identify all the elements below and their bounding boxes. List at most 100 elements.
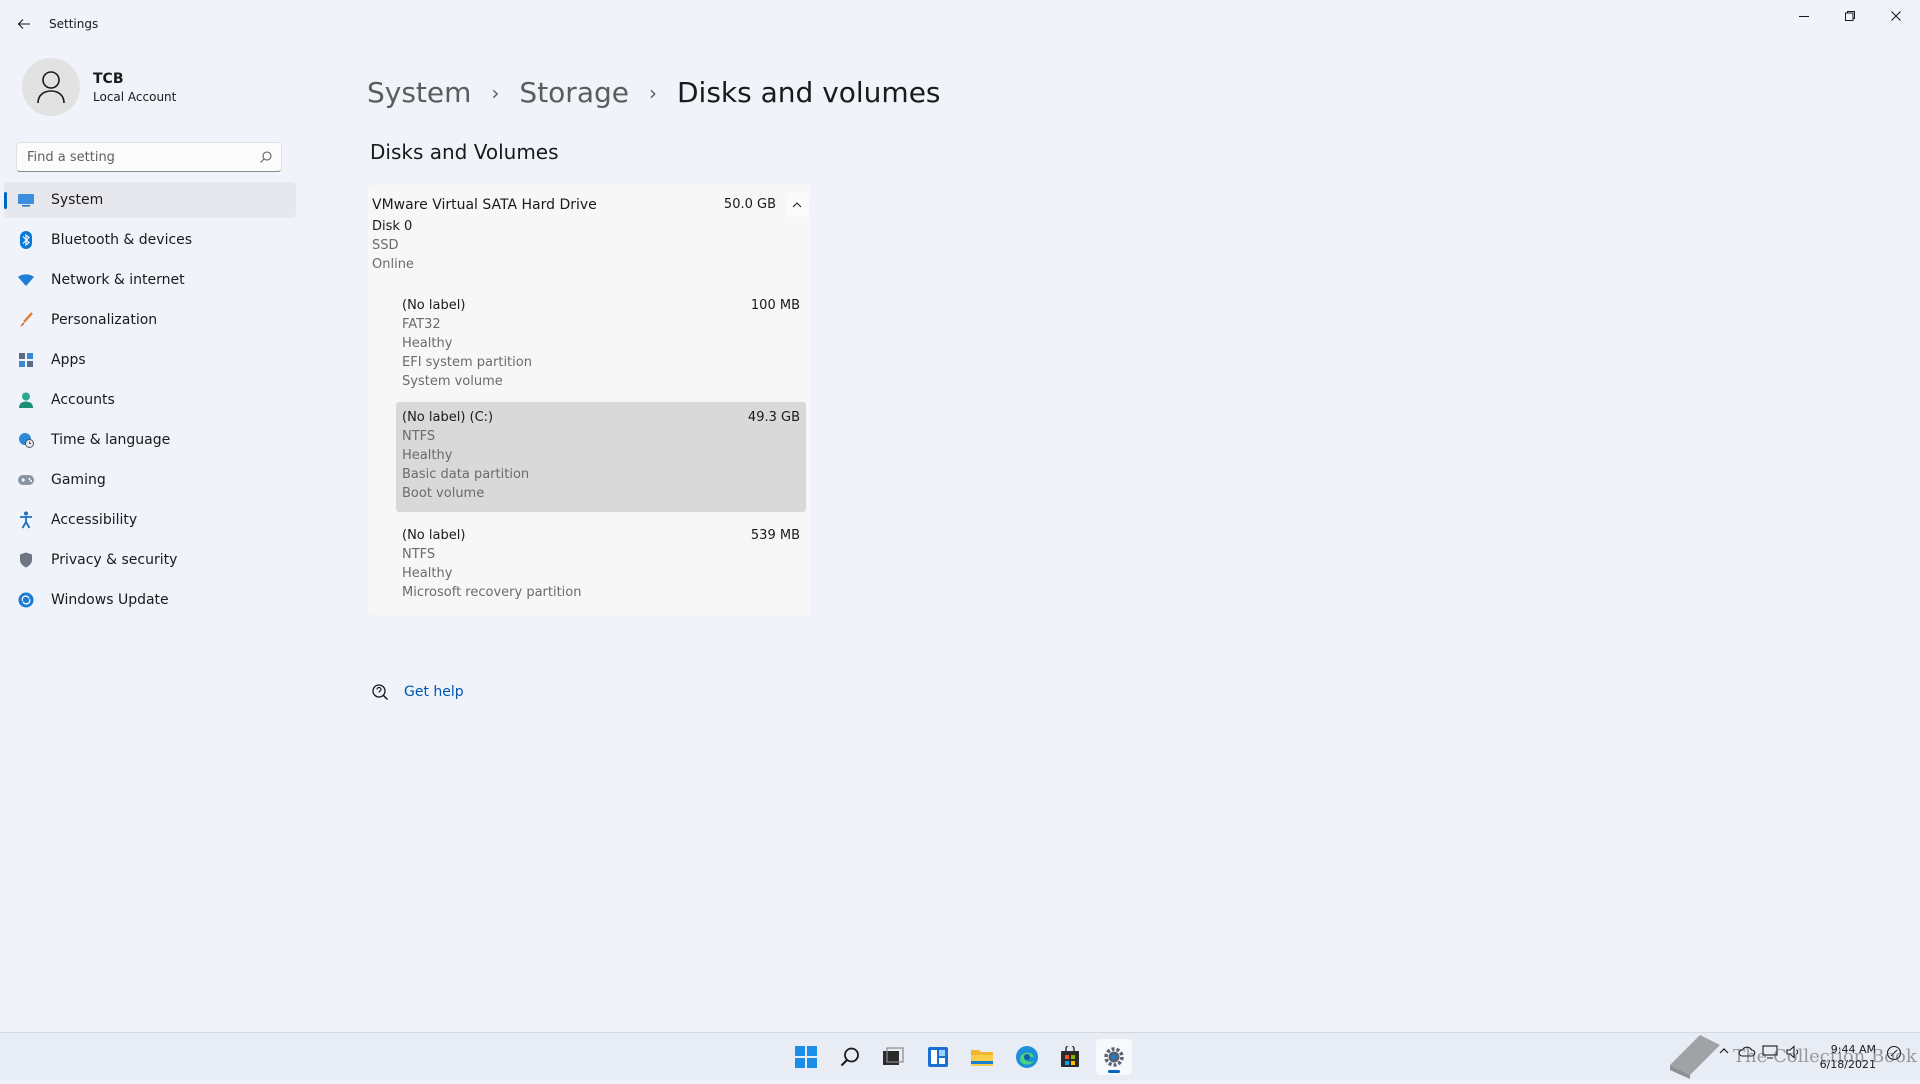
section-title: Disks and Volumes [370, 140, 559, 164]
close-button[interactable] [1873, 0, 1919, 32]
volume-label: (No label) [402, 528, 466, 543]
system-icon [16, 190, 36, 210]
person-icon [16, 390, 36, 410]
volume-role: System volume [402, 374, 503, 389]
sidebar-item-time-language[interactable]: Time & language [4, 422, 296, 458]
taskbar: 9:44 AM 6/18/2021 [0, 1032, 1920, 1080]
sidebar-item-apps[interactable]: Apps [4, 342, 296, 378]
minimize-button[interactable] [1781, 0, 1827, 32]
sidebar-item-label: Windows Update [51, 592, 169, 608]
volume-item[interactable]: (No label) 539 MB NTFS Healthy Microsoft… [396, 520, 806, 608]
collapse-button[interactable] [785, 193, 809, 217]
sidebar-item-label: Bluetooth & devices [51, 232, 193, 248]
breadcrumb-system[interactable]: System [367, 76, 471, 109]
watermark-text: The Collection Book [1733, 1046, 1917, 1067]
update-icon [16, 590, 36, 610]
accessibility-icon [16, 510, 36, 530]
taskbar-search-button[interactable] [832, 1039, 868, 1075]
file-explorer-icon [971, 1050, 993, 1066]
disk-size: 50.0 GB [723, 197, 776, 212]
sidebar-item-network[interactable]: Network & internet [4, 262, 296, 298]
user-account-type: Local Account [93, 90, 177, 104]
volume-filesystem: FAT32 [402, 317, 441, 332]
search-icon[interactable] [259, 150, 273, 164]
file-explorer-button[interactable] [964, 1039, 1000, 1075]
avatar[interactable] [22, 58, 80, 116]
volume-size: 100 MB [750, 298, 800, 313]
volume-health: Healthy [402, 566, 453, 581]
volume-filesystem: NTFS [402, 429, 436, 444]
sidebar-nav: System Bluetooth & devices Network & int… [4, 182, 296, 622]
volume-partition-type: Basic data partition [402, 467, 530, 482]
sidebar-item-label: Network & internet [51, 272, 185, 288]
task-view-icon [883, 1047, 904, 1065]
volume-health: Healthy [402, 336, 453, 351]
back-arrow-icon [17, 19, 30, 29]
disk-media-type: SSD [372, 238, 399, 253]
volume-label: (No label) [402, 298, 466, 313]
start-button[interactable] [788, 1039, 824, 1075]
disk-id: Disk 0 [372, 219, 413, 234]
restore-icon [1845, 11, 1855, 21]
volume-item[interactable]: (No label) 100 MB FAT32 Healthy EFI syst… [396, 290, 806, 394]
sidebar-item-label: Personalization [51, 312, 158, 328]
settings-icon [1104, 1047, 1124, 1067]
sidebar-item-windows-update[interactable]: Windows Update [4, 582, 296, 618]
search-box [16, 142, 282, 172]
volume-item-selected[interactable]: (No label) (C:) 49.3 GB NTFS Healthy Bas… [396, 402, 806, 512]
sidebar-item-accessibility[interactable]: Accessibility [4, 502, 296, 538]
sidebar-item-privacy-security[interactable]: Privacy & security [4, 542, 296, 578]
globe-clock-icon [16, 430, 36, 450]
sidebar-item-label: Accounts [51, 392, 115, 408]
widgets-button[interactable] [920, 1039, 956, 1075]
search-input[interactable] [17, 143, 257, 171]
sidebar-item-system[interactable]: System [4, 182, 296, 218]
search-icon [840, 1047, 859, 1067]
wifi-icon [16, 270, 36, 290]
person-icon [37, 71, 65, 104]
back-button[interactable] [12, 12, 36, 36]
minimize-icon [1799, 16, 1809, 17]
breadcrumb-storage[interactable]: Storage [519, 76, 629, 109]
task-view-button[interactable] [875, 1039, 911, 1075]
get-help-link[interactable]: Get help [404, 684, 464, 700]
widgets-icon [928, 1047, 948, 1067]
help-icon[interactable] [371, 683, 389, 705]
edge-button[interactable] [1009, 1039, 1045, 1075]
disk-name: VMware Virtual SATA Hard Drive [372, 197, 597, 213]
edge-icon [1016, 1046, 1038, 1068]
sidebar-item-accounts[interactable]: Accounts [4, 382, 296, 418]
volume-size: 49.3 GB [747, 410, 800, 425]
volume-health: Healthy [402, 448, 453, 463]
breadcrumb: System › Storage › Disks and volumes [367, 76, 941, 109]
bluetooth-icon [16, 230, 36, 250]
watermark-book-icon [1665, 1030, 1725, 1084]
user-name: TCB [93, 71, 124, 87]
restore-button[interactable] [1827, 0, 1873, 32]
volume-role: Boot volume [402, 486, 485, 501]
settings-taskbar-button[interactable] [1096, 1039, 1132, 1075]
breadcrumb-separator: › [491, 80, 500, 105]
sidebar-item-gaming[interactable]: Gaming [4, 462, 296, 498]
apps-icon [16, 350, 36, 370]
sidebar-item-label: Privacy & security [51, 552, 178, 568]
sidebar-item-label: Gaming [51, 472, 106, 488]
store-button[interactable] [1052, 1039, 1088, 1075]
app-title: Settings [49, 17, 99, 31]
volume-partition-type: Microsoft recovery partition [402, 585, 582, 600]
close-icon [1891, 11, 1901, 21]
shield-icon [16, 550, 36, 570]
sidebar-item-personalization[interactable]: Personalization [4, 302, 296, 338]
volume-partition-type: EFI system partition [402, 355, 532, 370]
title-bar: Settings [0, 0, 1920, 48]
sidebar-item-label: Time & language [51, 432, 171, 448]
gamepad-icon [16, 470, 36, 490]
sidebar-item-bluetooth[interactable]: Bluetooth & devices [4, 222, 296, 258]
volume-filesystem: NTFS [402, 547, 436, 562]
sidebar-item-label: Apps [51, 352, 86, 368]
sidebar-item-label: System [51, 192, 104, 208]
volume-label: (No label) (C:) [402, 410, 494, 425]
sidebar-item-label: Accessibility [51, 512, 138, 528]
breadcrumb-separator: › [648, 80, 657, 105]
page-title: Disks and volumes [676, 76, 941, 109]
